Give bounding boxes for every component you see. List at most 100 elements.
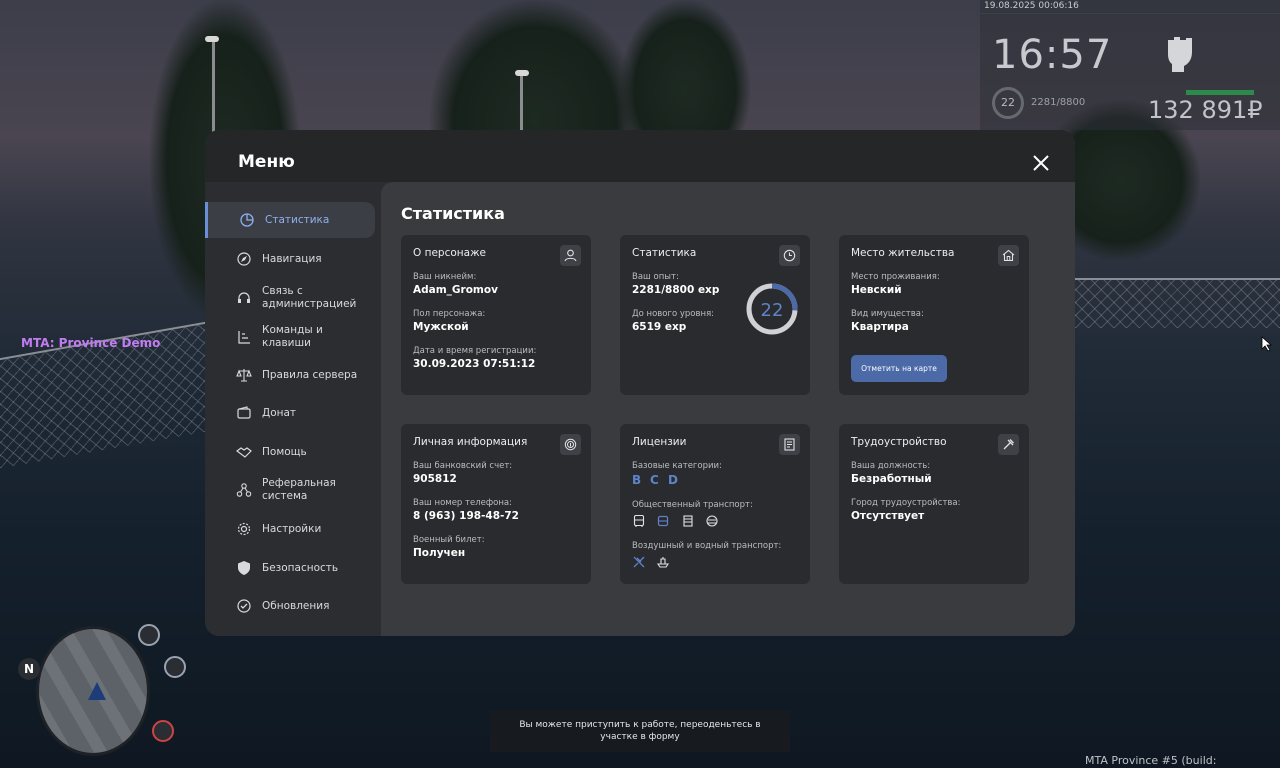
hud-money: 132 891₽ xyxy=(1148,96,1263,124)
north-icon: N xyxy=(18,658,40,680)
sidebar-item-rules[interactable]: Правила сервера xyxy=(205,363,375,387)
menu-title: Меню xyxy=(238,152,295,172)
bank-account-label: Ваш банковский счет: xyxy=(413,461,513,471)
property-type-label: Вид имущества: xyxy=(851,309,924,319)
menu-window: Меню Статистика Навигация Связь с админи… xyxy=(205,130,1075,636)
sidebar-item-label: Правила сервера xyxy=(262,368,358,381)
card-personal-info: Личная информация Ваш банковский счет: 9… xyxy=(401,424,591,584)
boat-icon xyxy=(656,557,670,568)
sidebar-item-label: Реферальная система xyxy=(262,477,336,502)
military-id-label: Военный билет: xyxy=(413,535,485,545)
sidebar-item-label: Помощь xyxy=(262,445,307,458)
mark-on-map-button[interactable]: Отметить на карте xyxy=(851,355,947,382)
section-title: Статистика xyxy=(401,204,505,223)
street-lamp xyxy=(205,36,219,42)
sidebar: Статистика Навигация Связь с администрац… xyxy=(205,182,381,636)
license-category: B xyxy=(632,473,642,487)
card-icon-button[interactable] xyxy=(779,434,800,455)
card-licenses: Лицензии Базовые категории: B C D Общест… xyxy=(620,424,810,584)
card-character: О персонаже Ваш никнейм: Adam_Gromov Пол… xyxy=(401,235,591,395)
notification: Вы можете приступить к работе, переодень… xyxy=(490,710,790,752)
position-label: Ваша должность: xyxy=(851,461,931,471)
exp-value: 2281/8800 exp xyxy=(632,284,720,296)
pie-chart-icon xyxy=(240,213,254,227)
card-title: Лицензии xyxy=(632,436,687,448)
gear-icon xyxy=(237,522,251,536)
shield-icon xyxy=(238,561,250,575)
metro-icon xyxy=(706,515,718,527)
job-city-label: Город трудоустройства: xyxy=(851,498,961,508)
tram-icon xyxy=(683,515,693,527)
bank-account-value: 905812 xyxy=(413,473,457,485)
sidebar-item-label: Донат xyxy=(262,406,297,419)
headset-icon xyxy=(238,292,250,303)
level-number: 22 xyxy=(761,300,784,321)
hud-datetime: 19.08.2025 00:06:16 xyxy=(980,0,1280,13)
content-panel: Статистика О персонаже Ваш никнейм: Adam… xyxy=(381,182,1075,636)
bus-icon xyxy=(138,624,160,646)
hud-health-bar xyxy=(1186,90,1254,95)
sidebar-item-security[interactable]: Безопасность xyxy=(205,556,375,580)
next-level-label: До нового уровня: xyxy=(632,309,715,319)
person-icon xyxy=(564,249,577,262)
next-level-value: 6519 exp xyxy=(632,321,687,333)
sidebar-item-commands[interactable]: Команды и клавиши xyxy=(205,324,375,349)
license-icon xyxy=(784,438,795,451)
fire-station-icon xyxy=(152,720,174,742)
hud-exp-text: 2281/8800 xyxy=(1031,97,1086,108)
license-category: C xyxy=(650,473,659,487)
card-title: Личная информация xyxy=(413,436,528,448)
phone-label: Ваш номер телефона: xyxy=(413,498,512,508)
sidebar-item-statistics[interactable]: Статистика xyxy=(205,202,375,238)
card-icon-button[interactable] xyxy=(998,245,1019,266)
fingerprint-icon xyxy=(564,438,577,451)
handshake-icon xyxy=(236,447,252,458)
card-title: Трудоустройство xyxy=(851,436,947,448)
registration-label: Дата и время регистрации: xyxy=(413,346,537,356)
minimap[interactable]: N xyxy=(18,622,186,758)
sidebar-item-label: Навигация xyxy=(262,252,322,265)
public-transport-label: Общественный транспорт: xyxy=(632,500,753,510)
sidebar-item-settings[interactable]: Настройки xyxy=(205,517,375,541)
refresh-icon xyxy=(237,599,251,613)
referral-icon xyxy=(236,483,252,497)
card-title: Место жительства xyxy=(851,247,955,259)
sidebar-item-label: Команды и клавиши xyxy=(262,324,323,349)
sidebar-item-help[interactable]: Помощь xyxy=(205,440,375,464)
base-categories-label: Базовые категории: xyxy=(632,461,722,471)
sidebar-item-navigation[interactable]: Навигация xyxy=(205,247,375,271)
hud-clock: 16:57 xyxy=(992,32,1113,78)
player-arrow-icon xyxy=(88,682,106,700)
card-employment: Трудоустройство Ваша должность: Безработ… xyxy=(839,424,1029,584)
sidebar-item-label: Настройки xyxy=(262,522,322,535)
street-lamp xyxy=(515,70,529,76)
sidebar-item-label: Связь с администрацией xyxy=(262,285,357,310)
sidebar-item-admin-contact[interactable]: Связь с администрацией xyxy=(205,282,375,314)
card-residence: Место жительства Место проживания: Невск… xyxy=(839,235,1029,395)
sidebar-item-label: Обновления xyxy=(262,599,330,612)
position-value: Безработный xyxy=(851,473,932,485)
card-statistics: Статистика Ваш опыт: 2281/8800 exp До но… xyxy=(620,235,810,395)
card-icon-button[interactable] xyxy=(560,245,581,266)
military-id-value: Получен xyxy=(413,547,466,559)
home-icon xyxy=(1002,249,1015,262)
card-icon-button[interactable] xyxy=(779,245,800,266)
card-icon-button[interactable] xyxy=(560,434,581,455)
sidebar-item-referral[interactable]: Реферальная система xyxy=(205,474,375,506)
sidebar-item-donate[interactable]: Донат xyxy=(205,401,375,425)
level-ring: 22 xyxy=(746,283,798,335)
nickname-label: Ваш никнейм: xyxy=(413,272,477,282)
close-icon[interactable] xyxy=(1031,153,1051,173)
residence-label: Место проживания: xyxy=(851,272,940,282)
nickname-value: Adam_Gromov xyxy=(413,284,498,296)
sidebar-item-label: Безопасность xyxy=(262,561,339,574)
registration-value: 30.09.2023 07:51:12 xyxy=(413,358,536,370)
scales-icon xyxy=(236,369,252,382)
gender-label: Пол персонажа: xyxy=(413,309,486,319)
property-type-value: Квартира xyxy=(851,321,909,333)
gender-value: Мужской xyxy=(413,321,469,333)
card-icon-button[interactable] xyxy=(998,434,1019,455)
job-city-value: Отсутствует xyxy=(851,510,925,522)
compass-icon xyxy=(237,252,251,266)
sidebar-item-updates[interactable]: Обновления xyxy=(205,594,375,618)
